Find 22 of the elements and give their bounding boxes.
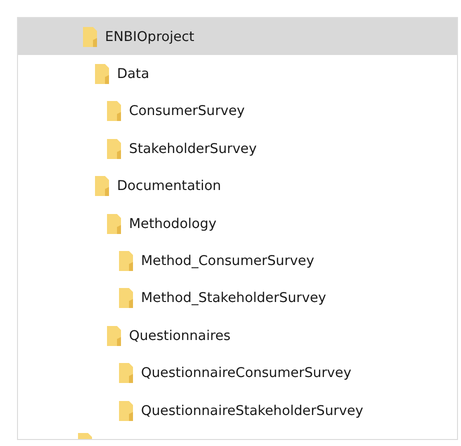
tree-item[interactable]: QuestionnaireStakeholderSurvey — [18, 392, 457, 430]
folder-icon — [119, 288, 133, 308]
folder-icon — [119, 400, 133, 421]
tree-item[interactable]: ConsumerSurvey — [18, 92, 457, 130]
folder-icon — [95, 176, 109, 196]
tree-item[interactable]: ENBIOproject — [18, 18, 457, 56]
folder-icon — [83, 26, 97, 47]
tree-item[interactable]: Methodology — [18, 204, 457, 242]
folder-icon — [95, 64, 109, 84]
tree-item[interactable]: Method_StakeholderSurvey — [18, 280, 457, 318]
folder-icon — [107, 101, 121, 122]
folder-icon — [107, 326, 121, 346]
folder-icon — [119, 363, 133, 384]
folder-icon — [119, 251, 133, 272]
tree-item[interactable]: Data — [18, 55, 457, 93]
tree-item[interactable]: QuestionnaireConsumerSurvey — [18, 354, 457, 392]
folder-icon — [107, 214, 121, 234]
tree-item[interactable]: Documentation — [18, 168, 457, 205]
tree-item[interactable]: Questionnaires — [18, 317, 457, 355]
folder-icon — [107, 138, 121, 159]
tree-item[interactable]: StakeholderSurvey — [18, 130, 457, 168]
tree-item[interactable]: Method_ConsumerSurvey — [18, 242, 457, 280]
